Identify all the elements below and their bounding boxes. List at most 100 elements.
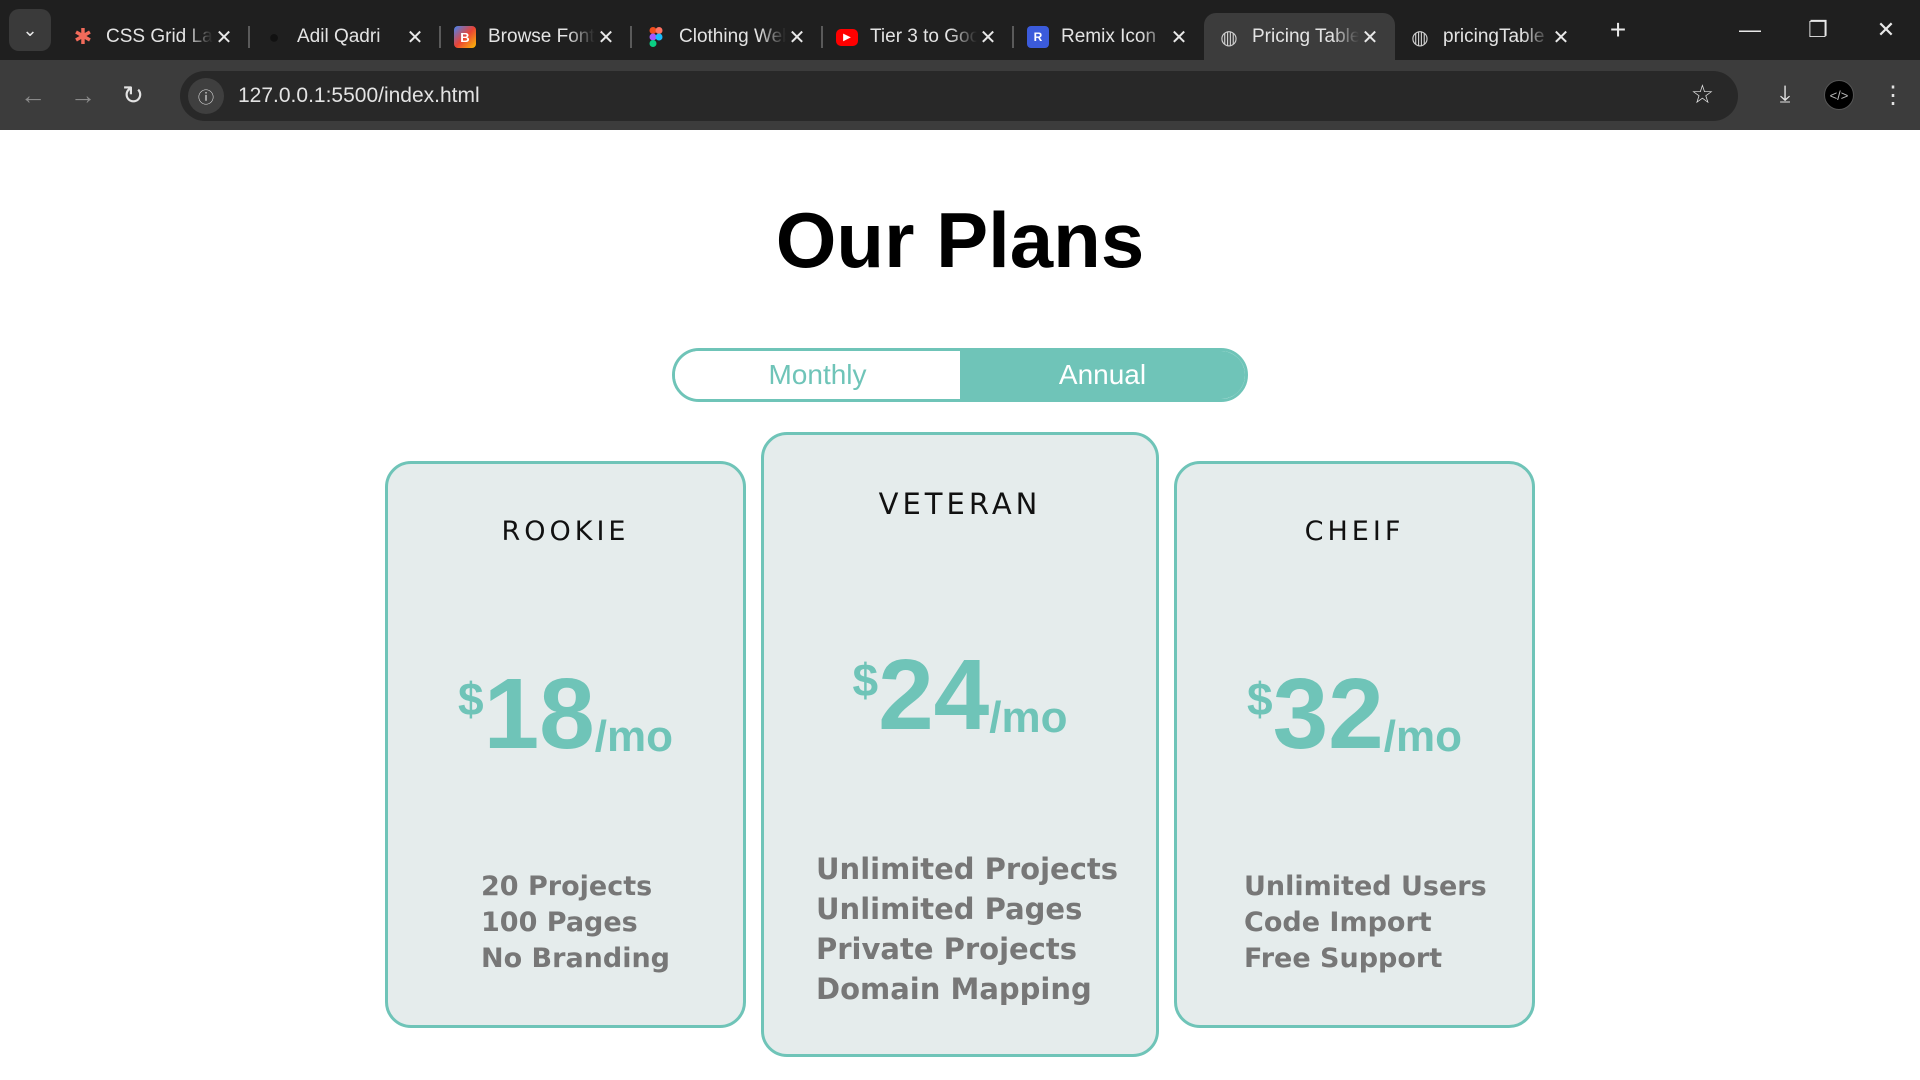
page-title: Our Plans [775,196,1145,284]
price-period: /mo [989,693,1068,742]
tab[interactable]: ✱ CSS Grid Layout ✕ [58,14,249,60]
remix-icon: R [1027,26,1049,48]
feature-item: Code Import [1244,907,1432,938]
tab-active[interactable]: ◍ Pricing Table ✕ [1204,13,1395,61]
tab-strip: ✱ CSS Grid Layout ✕ ● Adil Qadri ✕ B Bro… [58,0,1586,61]
plan-price: $ 24 /mo [764,645,1156,745]
globe-icon: ◍ [1220,26,1238,49]
feature-list: 20 Projects 100 Pages No Branding [481,869,670,977]
close-icon[interactable]: ✕ [595,25,617,50]
feature-item: No Branding [481,943,671,974]
back-button[interactable]: ← [8,70,58,120]
tab[interactable]: ● Adil Qadri ✕ [248,14,440,60]
price-amount: 24 [878,639,990,751]
feature-list: Unlimited Projects Unlimited Pages Priva… [816,849,1118,1009]
download-icon: ⤓ [1779,81,1791,108]
currency-symbol: $ [457,673,484,725]
billing-toggle[interactable]: Monthly Annual [672,348,1248,402]
minimize-icon: — [1739,17,1761,42]
window-controls: — ❐ ✕ [1716,0,1920,60]
user-icon: ● [268,26,280,47]
info-icon: ⓘ [197,90,214,107]
forward-button[interactable]: → [58,70,108,120]
plan-card-cheif: CHEIF $ 32 /mo Unlimited Users Code Impo… [1174,461,1535,1028]
price-amount: 32 [1272,658,1384,770]
url-text[interactable]: 127.0.0.1:5500/index.html [238,84,480,108]
feature-item: Free Support [1244,943,1443,974]
currency-symbol: $ [1246,673,1273,725]
tab-title: Browse Fonts [488,26,595,47]
plan-card-veteran: VETERAN $ 24 /mo Unlimited Projects Unli… [761,432,1159,1057]
price-period: /mo [594,712,674,761]
plan-name: CHEIF [1304,516,1405,547]
figma-icon [645,26,667,48]
tab-title: Pricing Table [1252,26,1359,47]
plus-icon: + [1609,14,1627,45]
tab[interactable]: R Remix Icon ✕ [1012,14,1204,60]
tab-search-button[interactable]: ⌄ [9,9,51,51]
bookmark-star-icon[interactable]: ☆ [1691,79,1714,110]
plan-price: $ 32 /mo [1177,664,1532,764]
browser-tab-bar: ⌄ ✱ CSS Grid Layout ✕ ● Adil Qadri ✕ B B… [0,0,1920,61]
reload-button[interactable]: ↻ [108,70,158,120]
menu-button[interactable]: ⋮ [1866,68,1920,122]
tab-title: CSS Grid Layout [106,26,213,47]
asterisk-icon: ✱ [73,24,93,49]
plan-price: $ 18 /mo [388,664,743,764]
tab[interactable]: ◍ pricingTable ✕ [1395,14,1586,60]
fonts-icon: B [454,26,476,48]
arrow-right-icon: → [70,79,96,110]
feature-item: Unlimited Users [1244,871,1487,902]
feature-item: 20 Projects [481,871,653,902]
tab[interactable]: ▶ Tier 3 to Google ✕ [821,14,1013,60]
close-icon[interactable]: ✕ [786,25,808,50]
toggle-annual[interactable]: Annual [960,351,1245,399]
close-icon[interactable]: ✕ [1168,25,1190,50]
code-extension-icon: </> [1824,80,1854,110]
close-icon[interactable]: ✕ [1550,25,1572,50]
close-icon[interactable]: ✕ [213,25,235,50]
plan-card-rookie: ROOKIE $ 18 /mo 20 Projects 100 Pages No… [385,461,746,1028]
extension-button[interactable]: </> [1812,68,1866,122]
currency-symbol: $ [852,654,879,706]
close-icon[interactable]: ✕ [1359,25,1381,50]
toggle-monthly[interactable]: Monthly [675,351,960,399]
close-icon[interactable]: ✕ [404,25,426,50]
feature-item: Unlimited Projects [816,852,1119,886]
feature-list: Unlimited Users Code Import Free Support [1244,869,1487,977]
close-window-button[interactable]: ✕ [1852,0,1920,60]
tab-title: Clothing Website [679,26,786,47]
close-icon: ✕ [1876,17,1896,42]
browser-toolbar: ← → ↻ ⓘ 127.0.0.1:5500/index.html ☆ ⤓ </… [0,60,1920,130]
tab-title: pricingTable [1443,26,1545,47]
price-period: /mo [1383,712,1463,761]
new-tab-button[interactable]: + [1598,10,1638,50]
feature-item: Domain Mapping [816,972,1092,1006]
feature-item: Private Projects [816,932,1077,966]
tab-title: Tier 3 to Google [870,26,977,47]
tab-title: Adil Qadri [297,26,381,47]
price-amount: 18 [483,658,595,770]
tab[interactable]: B Browse Fonts ✕ [439,14,631,60]
downloads-button[interactable]: ⤓ [1758,68,1812,122]
globe-icon: ◍ [1411,26,1429,49]
close-icon[interactable]: ✕ [977,25,999,50]
plan-name: ROOKIE [501,516,630,547]
youtube-icon: ▶ [836,28,858,46]
feature-item: Unlimited Pages [816,892,1083,926]
tab[interactable]: Clothing Website ✕ [630,14,822,60]
site-info-button[interactable]: ⓘ [188,78,224,114]
reload-icon: ↻ [122,79,144,110]
feature-item: 100 Pages [481,907,638,938]
page-content: Our Plans Monthly Annual ROOKIE $ 18 /mo… [0,130,1920,1080]
plan-name: VETERAN [878,487,1042,521]
restore-button[interactable]: ❐ [1784,0,1852,60]
toolbar-actions: ⤓ </> ⋮ [1758,60,1920,130]
chevron-down-icon: ⌄ [22,19,38,40]
more-vertical-icon: ⋮ [1881,81,1905,109]
tab-title: Remix Icon [1061,26,1157,47]
arrow-left-icon: ← [20,79,46,110]
minimize-button[interactable]: — [1716,0,1784,60]
restore-icon: ❐ [1808,17,1828,42]
address-bar[interactable]: ⓘ 127.0.0.1:5500/index.html ☆ [180,71,1738,121]
